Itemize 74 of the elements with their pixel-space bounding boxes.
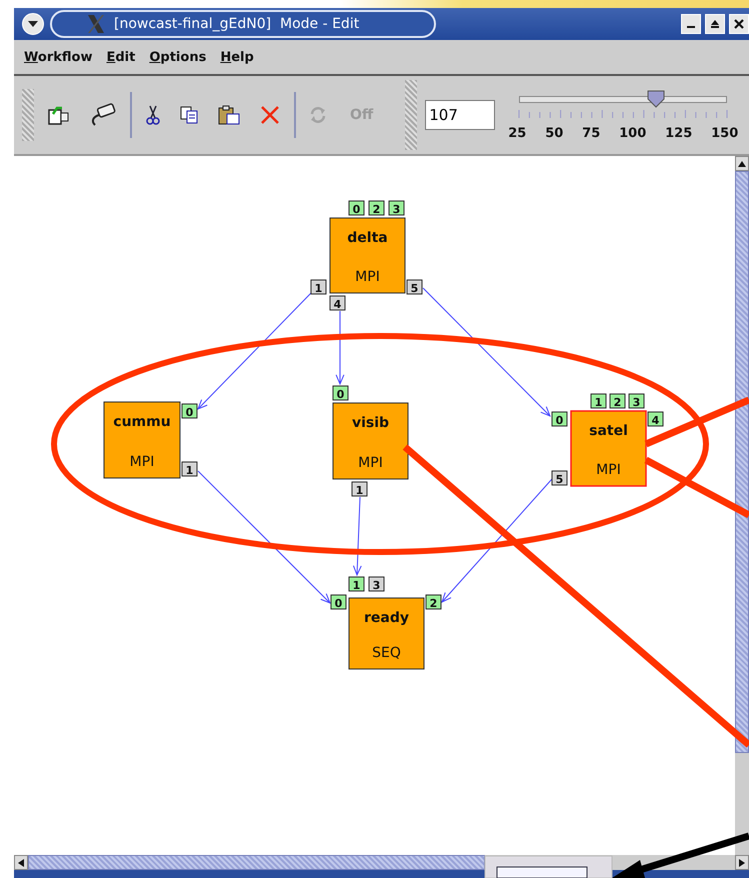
port[interactable]: 3 bbox=[388, 200, 404, 216]
workflow-node[interactable] bbox=[348, 598, 424, 670]
maximize-button[interactable] bbox=[705, 14, 725, 34]
port[interactable]: 4 bbox=[330, 296, 346, 311]
copy-icon bbox=[179, 105, 199, 125]
refresh-icon bbox=[309, 105, 327, 125]
close-icon bbox=[734, 19, 744, 29]
workflow-node[interactable] bbox=[330, 218, 406, 294]
node-type: SEQ bbox=[372, 645, 401, 661]
node-name: delta bbox=[347, 230, 388, 246]
node-type: MPI bbox=[358, 455, 383, 471]
port[interactable]: 4 bbox=[648, 412, 664, 427]
node-type: MPI bbox=[596, 462, 621, 478]
slider-thumb[interactable] bbox=[646, 90, 665, 108]
scroll-left-button[interactable] bbox=[14, 855, 28, 870]
window-title: [nowcast-final_gEdN0] Mode - Edit bbox=[114, 16, 360, 32]
port[interactable]: 0 bbox=[348, 200, 364, 216]
port[interactable]: 1 bbox=[310, 280, 326, 295]
slider-label: 75 bbox=[582, 126, 600, 140]
node-name: cummu bbox=[113, 414, 171, 430]
port[interactable]: 0 bbox=[330, 594, 346, 610]
slider-label: 125 bbox=[665, 126, 692, 140]
close-button[interactable] bbox=[729, 14, 749, 34]
port[interactable]: 1 bbox=[352, 482, 368, 497]
arrow-left-icon bbox=[18, 858, 24, 866]
node-type: MPI bbox=[355, 269, 380, 285]
menu-item[interactable]: Edit bbox=[100, 48, 142, 66]
menu-item[interactable]: Workflow bbox=[18, 48, 98, 66]
port[interactable]: 0 bbox=[182, 404, 198, 419]
toolbar-grip[interactable] bbox=[405, 80, 418, 150]
menu-item[interactable]: Help bbox=[214, 48, 260, 66]
slider-label: 150 bbox=[711, 126, 738, 140]
vertical-scrollbar-thumb[interactable] bbox=[735, 171, 749, 753]
node-type: MPI bbox=[130, 454, 154, 470]
port[interactable]: 3 bbox=[368, 576, 384, 592]
scissors-icon bbox=[145, 104, 161, 126]
chevron-down-icon bbox=[27, 20, 39, 28]
plug-icon bbox=[89, 103, 117, 127]
slider-label: 100 bbox=[619, 126, 646, 140]
port[interactable]: 1 bbox=[182, 462, 198, 477]
zoom-input-field[interactable]: 107 bbox=[425, 100, 496, 130]
node-name: ready bbox=[364, 610, 409, 626]
port[interactable]: 1 bbox=[590, 394, 606, 409]
window-menu-button[interactable] bbox=[22, 13, 44, 35]
node-name: satel bbox=[589, 423, 628, 439]
node-name: visib bbox=[352, 415, 390, 431]
menu-item[interactable]: Options bbox=[143, 48, 212, 66]
port[interactable]: 3 bbox=[628, 394, 644, 409]
toolbar-grip[interactable] bbox=[22, 89, 34, 141]
workflow-node[interactable] bbox=[104, 402, 180, 478]
arrow-right-icon bbox=[739, 858, 745, 866]
port[interactable]: 0 bbox=[552, 412, 568, 427]
horizontal-scrollbar-thumb[interactable] bbox=[28, 855, 485, 870]
slider-label: 50 bbox=[545, 126, 564, 140]
clipboard-icon bbox=[217, 104, 241, 126]
port[interactable]: 2 bbox=[368, 200, 384, 216]
port[interactable]: 2 bbox=[426, 594, 442, 610]
port[interactable]: 0 bbox=[332, 386, 348, 401]
workflow-node[interactable] bbox=[332, 402, 408, 480]
maximize-icon bbox=[710, 19, 720, 29]
minimize-icon bbox=[687, 26, 695, 28]
scroll-up-button[interactable] bbox=[735, 156, 749, 171]
scroll-right-button[interactable] bbox=[735, 855, 749, 870]
arrow-up-icon bbox=[738, 160, 746, 166]
slider-label: 25 bbox=[508, 126, 526, 140]
workflow-node[interactable] bbox=[570, 410, 647, 487]
port[interactable]: 2 bbox=[610, 394, 626, 409]
port[interactable]: 5 bbox=[552, 470, 568, 486]
port[interactable]: 1 bbox=[348, 576, 364, 592]
import-icon bbox=[47, 104, 71, 126]
minimize-button[interactable] bbox=[681, 14, 701, 34]
x-logo-icon bbox=[86, 14, 106, 34]
port[interactable]: 5 bbox=[406, 280, 422, 295]
delete-icon bbox=[259, 104, 281, 126]
